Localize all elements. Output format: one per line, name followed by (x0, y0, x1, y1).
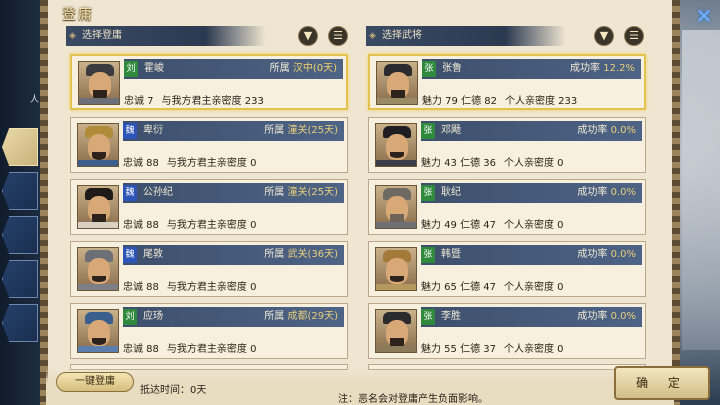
officer-portrait (375, 309, 417, 353)
filter-icon[interactable]: ▼ (594, 26, 614, 46)
confirm-button[interactable]: 确 定 (614, 366, 710, 400)
officer-select-card[interactable]: 张 张鲁 成功率 12.2% 魅力 79 仁德 82 个人亲密度 233 (368, 54, 646, 110)
officer-stats: 忠诚 88 与我方君主亲密度 0 (123, 158, 257, 169)
officer-select-card[interactable]: 张 韩暨 成功率 0.0% 魅力 65 仁德 47 个人亲密度 0 (368, 241, 646, 297)
faction-badge: 张 (421, 185, 435, 201)
officer-stats: 忠诚 88 与我方君主亲密度 0 (123, 220, 257, 231)
officer-stats: 忠诚 88 与我方君主亲密度 0 (123, 282, 257, 293)
officer-name: 李胜 (441, 311, 461, 322)
officer-select-card[interactable]: 张 李胜 成功率 0.0% 魅力 55 仁德 37 个人亲密度 0 (368, 303, 646, 359)
right-column-header: 选择武将 (366, 26, 566, 46)
left-tab-1[interactable] (2, 128, 38, 166)
recruit-target-card[interactable]: 刘 应玚 所属 成都(29天) 忠诚 88 与我方君主亲密度 0 (70, 303, 348, 359)
officer-stats: 魅力 49 仁德 47 个人亲密度 0 (421, 220, 564, 231)
officer-portrait (77, 185, 119, 229)
officer-select-card[interactable]: 张 邓飏 成功率 0.0% 魅力 43 仁德 36 个人亲密度 0 (368, 117, 646, 173)
faction-badge: 魏 (123, 123, 137, 139)
infamy-note: 注：恶名会对登庸产生负面影响。 (338, 394, 488, 405)
belong-info: 所属 汉中(0天) (269, 63, 337, 74)
officer-portrait (376, 61, 418, 105)
officer-stats: 魅力 65 仁德 47 个人亲密度 0 (421, 282, 564, 293)
officer-name: 霍峻 (144, 63, 164, 74)
officer-portrait (375, 123, 417, 167)
officer-stats: 魅力 43 仁德 36 个人亲密度 0 (421, 158, 564, 169)
success-rate: 成功率 0.0% (577, 249, 636, 260)
recruit-target-card[interactable]: 刘 霍峻 所属 汉中(0天) 忠诚 7 与我方君主亲密度 233 (70, 54, 348, 110)
faction-badge: 魏 (123, 185, 137, 201)
belong-info: 所属 潼关(25天) (264, 125, 338, 136)
officer-stats: 忠诚 88 与我方君主亲密度 0 (123, 344, 257, 355)
officer-portrait (78, 61, 120, 105)
left-tab-5[interactable] (2, 304, 38, 342)
card-title-bar: 魏 尾敦 所属 武关(36天) (123, 245, 344, 265)
card-title-bar: 刘 应玚 所属 成都(29天) (123, 307, 344, 327)
location: 武关(36天) (287, 249, 338, 260)
officer-portrait (375, 185, 417, 229)
success-rate: 成功率 0.0% (577, 125, 636, 136)
left-column-header: 选择登庸 (66, 26, 266, 46)
list-icon[interactable]: ☰ (624, 26, 644, 46)
location: 汉中(0天) (292, 63, 337, 74)
officer-stats: 魅力 79 仁德 82 个人亲密度 233 (422, 96, 578, 107)
card-title-bar: 张 李胜 成功率 0.0% (421, 307, 642, 327)
recruit-target-card[interactable]: 魏 公孙纪 所属 潼关(25天) 忠诚 88 与我方君主亲密度 0 (70, 179, 348, 235)
officer-select-card[interactable]: 张 耿纪 成功率 0.0% 魅力 49 仁德 47 个人亲密度 0 (368, 179, 646, 235)
belong-info: 所属 武关(36天) (264, 249, 338, 260)
panel-title: 登庸 (62, 7, 94, 23)
officer-stats: 魅力 55 仁德 37 个人亲密度 0 (421, 344, 564, 355)
officer-name: 公孙纪 (143, 187, 173, 198)
officer-name: 邓飏 (441, 125, 461, 136)
officer-name: 耿纪 (441, 187, 461, 198)
card-title-bar: 刘 霍峻 所属 汉中(0天) (124, 59, 343, 79)
left-panel-label: 人 (30, 95, 40, 105)
card-title-bar: 张 邓飏 成功率 0.0% (421, 121, 642, 141)
officer-portrait (375, 247, 417, 291)
location: 成都(29天) (287, 311, 338, 322)
success-rate: 成功率 12.2% (570, 63, 635, 74)
location: 潼关(25天) (287, 125, 338, 136)
card-title-bar: 张 张鲁 成功率 12.2% (422, 59, 641, 79)
right-background-deco (682, 30, 720, 350)
officer-name: 张鲁 (442, 63, 462, 74)
card-title-bar: 张 韩暨 成功率 0.0% (421, 245, 642, 265)
list-icon[interactable]: ☰ (328, 26, 348, 46)
panel-edge-left (40, 0, 48, 405)
left-tab-2[interactable] (2, 172, 38, 210)
success-rate: 成功率 0.0% (577, 311, 636, 322)
faction-badge: 张 (422, 61, 436, 77)
location: 潼关(25天) (287, 187, 338, 198)
success-rate: 成功率 0.0% (577, 187, 636, 198)
faction-badge: 魏 (123, 247, 137, 263)
officer-portrait (77, 247, 119, 291)
faction-badge: 张 (421, 247, 435, 263)
faction-badge: 刘 (124, 61, 138, 77)
left-tab-3[interactable] (2, 216, 38, 254)
officer-stats: 忠诚 7 与我方君主亲密度 233 (124, 96, 264, 107)
recruit-target-card[interactable]: 魏 尾敦 所属 武关(36天) 忠诚 88 与我方君主亲密度 0 (70, 241, 348, 297)
card-title-bar: 张 耿纪 成功率 0.0% (421, 183, 642, 203)
officer-portrait (77, 123, 119, 167)
officer-name: 尾敦 (143, 249, 163, 260)
recruit-target-card[interactable]: 魏 卑衍 所属 潼关(25天) 忠诚 88 与我方君主亲密度 0 (70, 117, 348, 173)
officer-name: 卑衍 (143, 125, 163, 136)
arrival-time: 抵达时间：0天 (140, 385, 207, 396)
faction-badge: 刘 (123, 309, 137, 325)
card-title-bar: 魏 卑衍 所属 潼关(25天) (123, 121, 344, 141)
card-title-bar: 魏 公孙纪 所属 潼关(25天) (123, 183, 344, 203)
left-tab-4[interactable] (2, 260, 38, 298)
one-click-recruit-button[interactable]: 一键登庸 (56, 372, 134, 392)
belong-info: 所属 潼关(25天) (264, 187, 338, 198)
officer-name: 韩暨 (441, 249, 461, 260)
officer-name: 应玚 (143, 311, 163, 322)
filter-icon[interactable]: ▼ (298, 26, 318, 46)
belong-info: 所属 成都(29天) (264, 311, 338, 322)
officer-portrait (77, 309, 119, 353)
close-icon[interactable]: ✕ (692, 4, 716, 28)
faction-badge: 张 (421, 123, 435, 139)
faction-badge: 张 (421, 309, 435, 325)
panel-edge-right (672, 0, 680, 405)
